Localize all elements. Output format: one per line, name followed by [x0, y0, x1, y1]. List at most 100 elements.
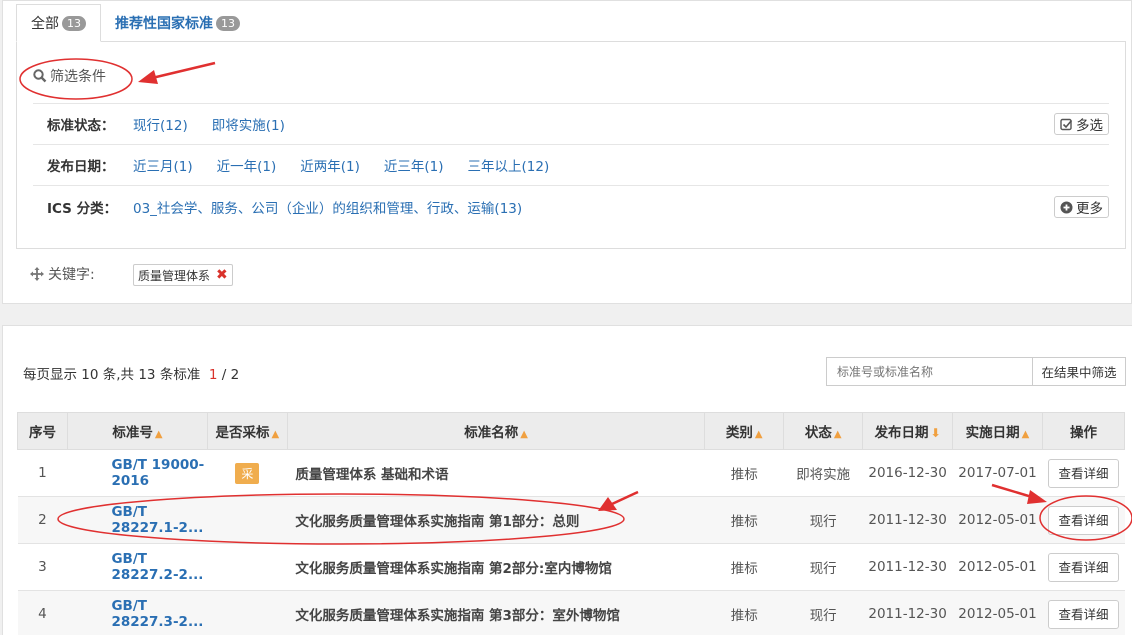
sort-up-icon: ▲: [271, 429, 280, 440]
result-search-input[interactable]: [826, 357, 1033, 386]
filter-option-over3years[interactable]: 三年以上(12): [468, 155, 550, 175]
tab-all-label: 全部: [31, 16, 59, 32]
filter-option-3months[interactable]: 近三月(1): [133, 155, 193, 175]
cell-status: 现行: [783, 496, 863, 544]
tab-all[interactable]: 全部 13: [16, 4, 101, 42]
col-type[interactable]: 类别 ▲: [704, 412, 785, 450]
cell-impldate: 2012-05-01: [952, 496, 1043, 544]
col-no: 序号: [17, 412, 68, 450]
col-code[interactable]: 标准号 ▲: [66, 412, 208, 450]
plus-circle-icon: [1060, 201, 1073, 213]
cell-name: 文化服务质量管理体系实施指南 第3部分：室外博物馆: [287, 590, 705, 635]
col-pubdate[interactable]: 发布日期 ⬇: [862, 412, 954, 450]
view-detail-button[interactable]: 查看详细: [1048, 552, 1119, 582]
table-header-row: 序号 标准号 ▲ 是否采标 ▲ 标准名称 ▲ 类别 ▲ 状态 ▲ 发布日期 ⬇ 实施日期 ▲ …: [17, 412, 1126, 450]
more-button[interactable]: 更多: [1054, 196, 1109, 218]
results-table: 序号 标准号 ▲ 是否采标 ▲ 标准名称 ▲ 类别 ▲ 状态 ▲ 发布日期 ⬇ 实施日期 ▲ …: [17, 412, 1126, 635]
filter-ics-label: ICS 分类：: [47, 201, 118, 217]
filter-option-upcoming[interactable]: 即将实施(1): [212, 114, 285, 134]
results-panel: 每页显示 10 条,共 13 条标准 1 / 2 在结果中筛选 序号 标准号▲ …: [2, 325, 1132, 635]
pagination-prefix: 每页显示 10 条,共 13 条标准: [23, 367, 201, 383]
cell-pubdate: 2016-12-30: [862, 449, 953, 497]
pagination-current: 1: [208, 367, 218, 383]
filter-option-1year[interactable]: 近一年(1): [217, 155, 277, 175]
cell-status: 现行: [783, 590, 863, 635]
move-icon: [30, 267, 44, 281]
keyword-tag-text: 质量管理体系: [138, 268, 211, 283]
col-adopted[interactable]: 是否采标 ▲: [206, 412, 288, 450]
table-row: 4 GB/T 28227.3-2... 文化服务质量管理体系实施指南 第3部分：…: [17, 590, 1125, 635]
col-status[interactable]: 状态 ▲: [783, 412, 864, 450]
col-impldate-label: 实施日期: [965, 425, 1020, 441]
col-action-label: 操作: [1069, 425, 1097, 441]
filter-row-ics: ICS 分类： 03_社会学、服务、公司（企业）的组织和管理、行政、运输(13)…: [33, 185, 1109, 228]
cell-no: 2: [17, 496, 68, 544]
multi-select-button[interactable]: 多选: [1054, 113, 1109, 135]
view-detail-button[interactable]: 查看详细: [1048, 599, 1119, 629]
cell-name: 文化服务质量管理体系实施指南 第2部分:室内博物馆: [287, 543, 705, 591]
sort-down-icon: ⬇: [930, 426, 941, 440]
col-no-label: 序号: [28, 425, 56, 441]
filter-option-2years[interactable]: 近两年(1): [300, 155, 360, 175]
filter-title-label: 筛选条件: [50, 69, 106, 85]
cell-name: 文化服务质量管理体系实施指南 第1部分：总则: [287, 496, 705, 544]
pagination-info: 每页显示 10 条,共 13 条标准 1 / 2: [23, 363, 239, 383]
table-row: 2 GB/T 28227.1-2... 文化服务质量管理体系实施指南 第1部分：…: [17, 496, 1125, 544]
cell-code-link[interactable]: GB/T 28227.2-2...: [67, 543, 208, 591]
filter-status-label: 标准状态：: [47, 118, 115, 134]
col-pubdate-label: 发布日期: [874, 425, 929, 441]
tab-recommended-label: 推荐性国家标准: [115, 16, 213, 32]
cell-type: 推标: [704, 590, 784, 635]
cell-type: 推标: [704, 543, 784, 591]
cell-type: 推标: [704, 449, 784, 497]
adopted-badge: 采: [235, 462, 260, 484]
cell-impldate: 2012-05-01: [952, 590, 1043, 635]
cell-no: 4: [17, 590, 68, 635]
cell-code-link[interactable]: GB/T 19000-2016: [67, 449, 208, 497]
tab-bar: 全部 13 推荐性国家标准 13: [16, 4, 254, 42]
cell-adopted: [207, 590, 288, 635]
sort-up-icon: ▲: [833, 429, 842, 440]
search-icon: [33, 69, 47, 83]
pagination-total: 2: [230, 367, 240, 383]
col-status-label: 状态: [804, 425, 832, 441]
cell-type: 推标: [704, 496, 784, 544]
view-detail-button[interactable]: 查看详细: [1048, 505, 1119, 535]
filter-option-3years[interactable]: 近三年(1): [384, 155, 444, 175]
filter-results-button[interactable]: 在结果中筛选: [1032, 357, 1126, 386]
sort-up-icon: ▲: [754, 429, 763, 440]
cell-code-link[interactable]: GB/T 28227.1-2...: [67, 496, 208, 544]
pagination-sep: /: [217, 367, 231, 383]
filter-box: 筛选条件 标准状态： 现行(12) 即将实施(1) 多选 发布日期： 近三月(1…: [16, 41, 1126, 249]
cell-code-link[interactable]: GB/T 28227.3-2...: [67, 590, 208, 635]
sort-up-icon: ▲: [1021, 429, 1030, 440]
cell-no: 1: [17, 449, 68, 497]
filter-row-date: 发布日期： 近三月(1) 近一年(1) 近两年(1) 近三年(1) 三年以上(1…: [33, 144, 1109, 185]
view-detail-button[interactable]: 查看详细: [1048, 458, 1119, 488]
filter-row-status: 标准状态： 现行(12) 即将实施(1) 多选: [33, 103, 1109, 144]
col-name[interactable]: 标准名称 ▲: [286, 412, 706, 450]
cell-adopted: [207, 543, 288, 591]
cell-action: 查看详细: [1042, 543, 1125, 591]
keyword-label: 关键字:: [48, 267, 95, 283]
cell-adopted: 采: [207, 449, 288, 497]
col-impldate[interactable]: 实施日期 ▲: [952, 412, 1043, 450]
cell-status: 现行: [783, 543, 863, 591]
tab-all-count: 13: [62, 15, 86, 31]
checkbox-icon: [1060, 118, 1073, 130]
cell-pubdate: 2011-12-30: [862, 543, 953, 591]
tab-recommended-count: 13: [216, 15, 240, 31]
filter-option-ics-03[interactable]: 03_社会学、服务、公司（企业）的组织和管理、行政、运输(13): [133, 197, 522, 217]
remove-keyword-icon[interactable]: ✖: [216, 267, 228, 283]
filter-option-current[interactable]: 现行(12): [133, 114, 188, 134]
more-label: 更多: [1076, 201, 1103, 217]
cell-action: 查看详细: [1042, 496, 1125, 544]
tab-recommended[interactable]: 推荐性国家标准 13: [101, 4, 254, 42]
multi-select-label: 多选: [1076, 118, 1103, 134]
cell-name: 质量管理体系 基础和术语: [287, 449, 705, 497]
cell-impldate: 2017-07-01: [952, 449, 1043, 497]
cell-action: 查看详细: [1042, 449, 1125, 497]
cell-impldate: 2012-05-01: [952, 543, 1043, 591]
cell-action: 查看详细: [1042, 590, 1125, 635]
filter-title[interactable]: 筛选条件: [33, 66, 106, 86]
